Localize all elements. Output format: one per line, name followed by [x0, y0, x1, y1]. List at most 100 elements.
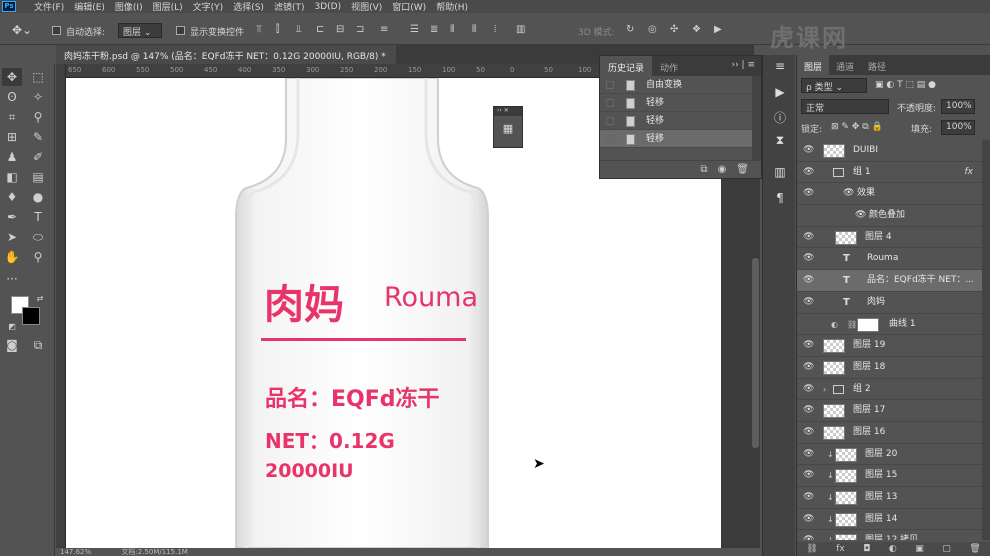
history-brush-tool-icon[interactable]: ✐	[28, 148, 48, 166]
3d-pan-icon[interactable]: ✣	[670, 24, 678, 35]
effect-row[interactable]: 👁 颜色叠加	[797, 205, 983, 227]
document-tab[interactable]: 肉妈冻干粉.psd @ 147% (品名：EQFd冻干 NET：0.12G 20…	[56, 45, 396, 64]
add-mask-icon[interactable]: ◘	[863, 542, 870, 556]
effect-eye-icon[interactable]: 👁	[855, 205, 866, 226]
history-panel-icon[interactable]: ⧗	[771, 133, 789, 151]
layer-row[interactable]: 👁 T Rouma	[797, 248, 983, 271]
layer-row[interactable]: 👁 图层 4	[797, 227, 983, 249]
effect-row[interactable]: 👁 👁 效果	[797, 183, 983, 206]
zoom-tool-icon[interactable]: ⚲	[28, 248, 48, 266]
tab-paths[interactable]: 路径	[861, 55, 893, 75]
history-panel-menu-icon[interactable]: ›› | ≡	[731, 60, 755, 70]
layer-row[interactable]: 👁 图层 19	[797, 335, 983, 357]
add-style-icon[interactable]: fx	[836, 542, 845, 556]
menu-filter[interactable]: 滤镜(T)	[274, 0, 305, 13]
hand-tool-icon[interactable]: ✋	[2, 248, 22, 266]
visibility-eye-icon[interactable]: 👁	[803, 183, 814, 204]
history-source-checkbox[interactable]	[606, 135, 614, 143]
distribute-bottom-icon[interactable]: ≣	[430, 24, 438, 35]
layer-row[interactable]: 👁 图层 18	[797, 357, 983, 379]
menu-image[interactable]: 图像(I)	[115, 0, 143, 13]
new-group-icon[interactable]: ▣	[915, 542, 924, 556]
visibility-eye-icon[interactable]: 👁	[803, 422, 814, 443]
show-transform-checkbox[interactable]	[176, 26, 185, 35]
menu-file[interactable]: 文件(F)	[34, 0, 64, 13]
marquee-tool-icon[interactable]: ⬚	[28, 68, 48, 86]
move-tool-icon[interactable]: ✥	[2, 68, 22, 86]
lasso-tool-icon[interactable]: ʘ	[2, 88, 22, 106]
link-layers-icon[interactable]: ⛓	[806, 542, 817, 556]
visibility-eye-icon[interactable]: 👁	[803, 335, 814, 356]
paragraph-panel-icon[interactable]: ¶	[771, 191, 789, 209]
panel-strip-menu-icon[interactable]: ≡	[771, 59, 789, 77]
effect-eye-icon[interactable]: 👁	[843, 183, 854, 204]
layer-row[interactable]: 👁↓图层 12 拷贝	[797, 530, 983, 540]
layer-effects-icon[interactable]: fx	[965, 162, 974, 183]
new-layer-icon[interactable]: ▢	[942, 542, 951, 556]
visibility-eye-icon[interactable]: 👁	[803, 248, 814, 269]
layer-filter-dropdown[interactable]: ρ 类型 ⌄	[801, 78, 867, 93]
menu-3d[interactable]: 3D(D)	[314, 2, 341, 12]
ellipse-tool-icon[interactable]: ⬭	[28, 228, 48, 246]
properties-icon[interactable]: ▦	[494, 122, 522, 135]
visibility-eye-icon[interactable]: 👁	[803, 465, 814, 486]
distribute-left-icon[interactable]: ⦀	[450, 24, 454, 35]
delete-state-icon[interactable]: 🗑	[736, 161, 749, 178]
snapshot-camera-icon[interactable]: ◉	[718, 161, 727, 178]
align-left-icon[interactable]: ⊏	[316, 24, 324, 35]
visibility-eye-icon[interactable]: 👁	[803, 162, 814, 183]
doc-size-readout[interactable]: 文档:2.50M/115.1M	[121, 548, 187, 556]
distribute-vcenter-icon[interactable]: ☰	[410, 24, 419, 35]
align-hcenter-icon[interactable]: ⊟	[336, 24, 344, 35]
quick-mask-icon[interactable]: ◙	[2, 336, 22, 354]
history-source-checkbox[interactable]	[606, 99, 614, 107]
blur-tool-icon[interactable]: ♦	[2, 188, 22, 206]
distribute-hcenter-icon[interactable]: ⫴	[472, 24, 476, 35]
mask-link-icon[interactable]: ⛓	[847, 314, 857, 335]
properties-panel-icon[interactable]: ▥	[771, 165, 789, 183]
3d-roll-icon[interactable]: ◎	[648, 24, 657, 35]
3d-scale-icon[interactable]: ▶	[714, 24, 722, 35]
stamp-tool-icon[interactable]: ♟	[2, 148, 22, 166]
distribute-right-icon[interactable]: ⦙	[494, 24, 496, 35]
eyedropper-tool-icon[interactable]: ⚲	[28, 108, 48, 126]
new-adjustment-icon[interactable]: ◐	[889, 542, 897, 556]
history-item[interactable]: 轻移	[600, 94, 761, 112]
layer-row[interactable]: 👁 组 1 fx	[797, 162, 983, 184]
layer-row[interactable]: 👁 ↓ 图层 13	[797, 487, 983, 509]
filter-pixel-icon[interactable]: ▣ ◐ T ⬚ ▤ ●	[875, 80, 936, 90]
info-panel-icon[interactable]: ⓘ	[771, 109, 789, 127]
tab-actions[interactable]: 动作	[652, 56, 686, 76]
play-action-icon[interactable]: ▶	[771, 85, 789, 103]
swap-colors-icon[interactable]: ⇄	[30, 290, 50, 308]
layer-row[interactable]: 👁 T 肉妈	[797, 292, 983, 314]
layer-row[interactable]: 👁◐⛓曲线 1	[797, 314, 983, 336]
auto-select-target-dropdown[interactable]: 图层 ⌄	[118, 23, 162, 38]
history-source-checkbox[interactable]	[606, 81, 614, 89]
gradient-tool-icon[interactable]: ▤	[28, 168, 48, 186]
layer-row[interactable]: 👁 图层 17	[797, 400, 983, 422]
visibility-eye-icon[interactable]: 👁	[803, 444, 814, 465]
menu-window[interactable]: 窗口(W)	[392, 0, 426, 13]
visibility-eye-icon[interactable]: 👁	[803, 400, 814, 421]
3d-rotate-icon[interactable]: ↻	[626, 24, 634, 35]
layers-scrollbar[interactable]	[982, 140, 990, 540]
history-item[interactable]: 轻移	[600, 112, 761, 130]
align-top-icon[interactable]: ⫪	[256, 24, 262, 35]
3d-slide-icon[interactable]: ❖	[692, 24, 701, 35]
brush-tool-icon[interactable]: ✎	[28, 128, 48, 146]
layer-row[interactable]: 👁 图层 16	[797, 422, 983, 444]
menu-select[interactable]: 选择(S)	[233, 0, 264, 13]
visibility-eye-icon[interactable]: 👁	[803, 509, 814, 530]
menu-help[interactable]: 帮助(H)	[436, 0, 468, 13]
history-item-selected[interactable]: 轻移	[600, 130, 761, 148]
auto-align-icon[interactable]: ▥	[516, 24, 525, 35]
eraser-tool-icon[interactable]: ◧	[2, 168, 22, 186]
visibility-eye-icon[interactable]: 👁	[803, 292, 814, 313]
chevron-right-icon[interactable]: ›	[823, 379, 826, 400]
align-vcenter-icon[interactable]: ⫿	[276, 24, 279, 35]
layer-row[interactable]: 👁 › 组 2	[797, 379, 983, 401]
menu-view[interactable]: 视图(V)	[351, 0, 382, 13]
align-bottom-icon[interactable]: ⫫	[296, 24, 302, 35]
screen-mode-icon[interactable]: ⧉	[28, 336, 48, 354]
